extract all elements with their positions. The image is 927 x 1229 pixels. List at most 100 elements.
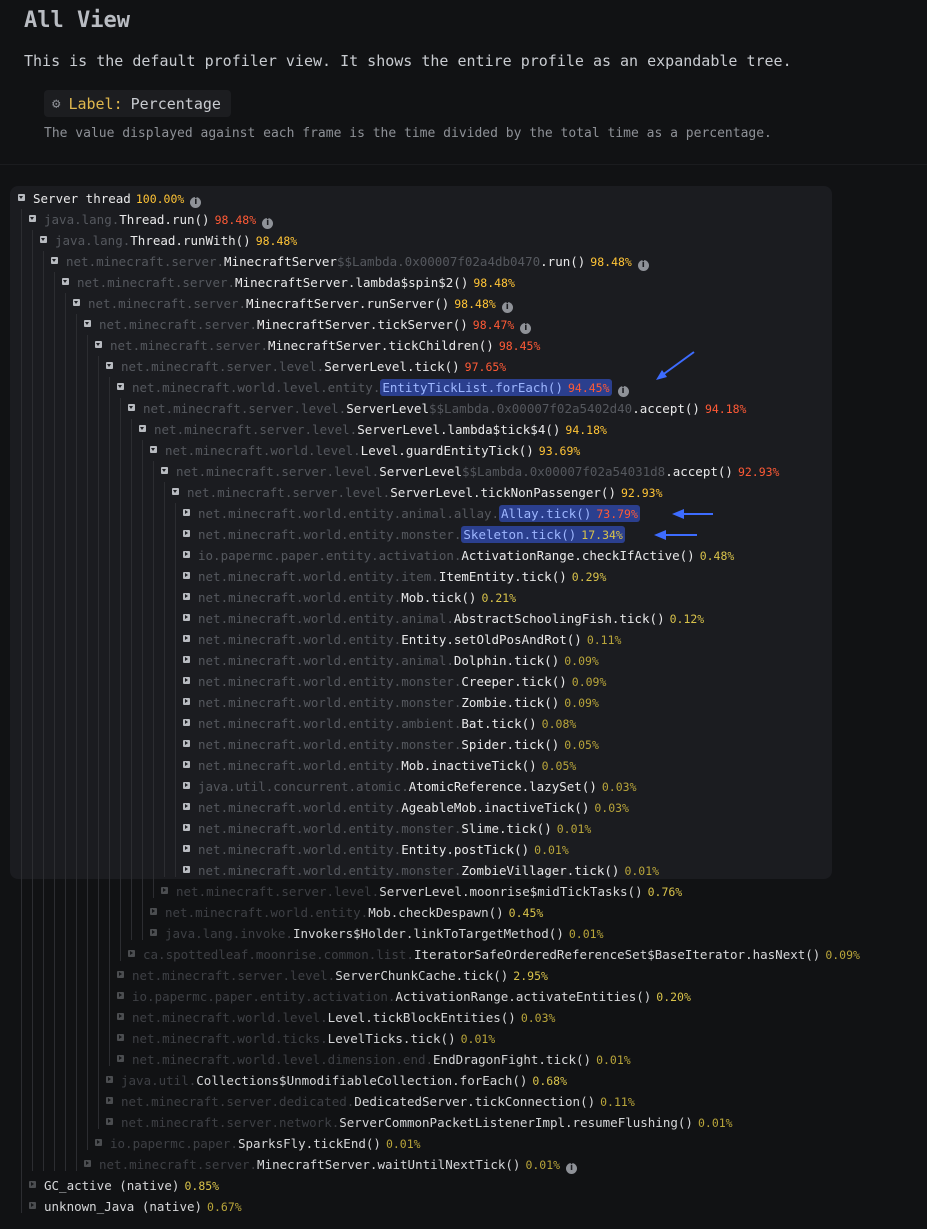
tree-node[interactable]: net.minecraft.world.ticks.LevelTicks.tic…: [117, 1028, 495, 1049]
tree-node[interactable]: net.minecraft.world.entity.animal.Dolphi…: [183, 650, 599, 671]
tree-node[interactable]: net.minecraft.world.level.dimension.end.…: [117, 1049, 631, 1070]
collapse-toggle-icon[interactable]: [172, 488, 179, 495]
collapse-toggle-icon[interactable]: [51, 257, 58, 264]
tree-node[interactable]: net.minecraft.world.entity.monster.Zombi…: [183, 692, 599, 713]
tree-node[interactable]: GC_active (native) 0.85%: [29, 1175, 219, 1196]
tree-node[interactable]: java.lang.Thread.run() 98.48% i: [29, 209, 274, 230]
tree-node[interactable]: net.minecraft.server.MinecraftServer.tic…: [84, 314, 532, 335]
tree-node[interactable]: java.lang.invoke.Invokers$Holder.linkToT…: [150, 923, 604, 944]
collapse-toggle-icon[interactable]: [18, 194, 25, 201]
tree-node[interactable]: net.minecraft.server.MinecraftServer.wai…: [84, 1154, 578, 1175]
tree-node[interactable]: net.minecraft.world.entity.AgeableMob.in…: [183, 797, 629, 818]
expand-toggle-icon[interactable]: [150, 908, 157, 915]
collapse-toggle-icon[interactable]: [150, 446, 157, 453]
tree-node[interactable]: io.papermc.paper.entity.activation.Activ…: [183, 545, 734, 566]
tree-node[interactable]: io.papermc.paper.SparksFly.tickEnd() 0.01…: [95, 1133, 421, 1154]
tree-node[interactable]: ca.spottedleaf.moonrise.common.list.Iter…: [128, 944, 860, 965]
tree-node[interactable]: net.minecraft.server.level.ServerLevel$$…: [128, 398, 746, 419]
tree-node[interactable]: net.minecraft.world.entity.monster.Creep…: [183, 671, 606, 692]
expand-toggle-icon[interactable]: [128, 950, 135, 957]
tree-node[interactable]: java.lang.Thread.runWith() 98.48%: [40, 230, 297, 251]
expand-toggle-icon[interactable]: [183, 719, 190, 726]
expand-toggle-icon[interactable]: [183, 509, 190, 516]
tree-node[interactable]: net.minecraft.world.entity.monster. Skele…: [183, 524, 625, 545]
tree-node[interactable]: net.minecraft.server.MinecraftServer.run…: [73, 293, 513, 314]
tree-node[interactable]: net.minecraft.world.entity.Mob.tick() 0.2…: [183, 587, 516, 608]
label-setting-button[interactable]: ⚙ Label: Percentage: [44, 90, 231, 117]
expand-toggle-icon[interactable]: [95, 1139, 102, 1146]
tree-node[interactable]: net.minecraft.world.entity.monster.Spide…: [183, 734, 599, 755]
expand-toggle-icon[interactable]: [117, 1034, 124, 1041]
tree-node[interactable]: java.util.concurrent.atomic.AtomicRefere…: [183, 776, 637, 797]
tree-node[interactable]: net.minecraft.server.level.ServerLevel.m…: [161, 881, 682, 902]
expand-toggle-icon[interactable]: [183, 782, 190, 789]
info-icon[interactable]: i: [262, 218, 274, 229]
tree-node[interactable]: net.minecraft.server.level.ServerLevel$$…: [161, 461, 779, 482]
info-icon[interactable]: i: [637, 260, 649, 271]
collapse-toggle-icon[interactable]: [139, 425, 146, 432]
tree-node[interactable]: net.minecraft.world.level.entity. EntityT…: [117, 377, 629, 398]
tree-node[interactable]: net.minecraft.server.network.ServerCommo…: [106, 1112, 733, 1133]
expand-toggle-icon[interactable]: [183, 761, 190, 768]
collapse-toggle-icon[interactable]: [128, 404, 135, 411]
tree-node[interactable]: net.minecraft.server.level.ServerChunkCa…: [117, 965, 548, 986]
expand-toggle-icon[interactable]: [106, 1097, 113, 1104]
tree-node[interactable]: net.minecraft.world.entity.monster.Zombi…: [183, 860, 659, 881]
expand-toggle-icon[interactable]: [183, 740, 190, 747]
collapse-toggle-icon[interactable]: [40, 236, 47, 243]
expand-toggle-icon[interactable]: [29, 1181, 36, 1188]
expand-toggle-icon[interactable]: [183, 866, 190, 873]
tree-node[interactable]: net.minecraft.world.entity.Entity.postTi…: [183, 839, 569, 860]
info-icon[interactable]: i: [501, 302, 513, 313]
collapse-toggle-icon[interactable]: [62, 278, 69, 285]
expand-toggle-icon[interactable]: [183, 614, 190, 621]
expand-toggle-icon[interactable]: [117, 971, 124, 978]
expand-toggle-icon[interactable]: [117, 1055, 124, 1062]
expand-toggle-icon[interactable]: [29, 1202, 36, 1209]
tree-node[interactable]: net.minecraft.world.entity.animal.allay.…: [183, 503, 640, 524]
tree-node[interactable]: net.minecraft.world.entity.Mob.checkDesp…: [150, 902, 543, 923]
info-icon[interactable]: i: [190, 197, 202, 208]
expand-toggle-icon[interactable]: [183, 803, 190, 810]
tree-node[interactable]: net.minecraft.world.entity.monster.Slime…: [183, 818, 591, 839]
tree-node[interactable]: net.minecraft.world.entity.Mob.inactiveT…: [183, 755, 576, 776]
expand-toggle-icon[interactable]: [183, 845, 190, 852]
tree-node[interactable]: Server thread 100.00% i: [18, 188, 202, 209]
expand-toggle-icon[interactable]: [117, 992, 124, 999]
expand-toggle-icon[interactable]: [183, 656, 190, 663]
info-icon[interactable]: i: [520, 323, 532, 334]
expand-toggle-icon[interactable]: [183, 572, 190, 579]
expand-toggle-icon[interactable]: [183, 824, 190, 831]
expand-toggle-icon[interactable]: [150, 929, 157, 936]
tree-node[interactable]: net.minecraft.server.MinecraftServer$$La…: [51, 251, 649, 272]
expand-toggle-icon[interactable]: [183, 677, 190, 684]
collapse-toggle-icon[interactable]: [117, 383, 124, 390]
expand-toggle-icon[interactable]: [84, 1160, 91, 1167]
expand-toggle-icon[interactable]: [161, 887, 168, 894]
expand-toggle-icon[interactable]: [106, 1118, 113, 1125]
tree-node[interactable]: net.minecraft.server.level.ServerLevel.t…: [172, 482, 663, 503]
tree-node[interactable]: net.minecraft.world.level.Level.tickBloc…: [117, 1007, 555, 1028]
collapse-toggle-icon[interactable]: [73, 299, 80, 306]
tree-node[interactable]: net.minecraft.world.entity.Entity.setOld…: [183, 629, 621, 650]
collapse-toggle-icon[interactable]: [84, 320, 91, 327]
expand-toggle-icon[interactable]: [106, 1076, 113, 1083]
info-icon[interactable]: i: [617, 386, 629, 397]
tree-node[interactable]: net.minecraft.server.level.ServerLevel.t…: [106, 356, 506, 377]
collapse-toggle-icon[interactable]: [161, 467, 168, 474]
tree-node[interactable]: java.util.Collections$UnmodifiableCollec…: [106, 1070, 567, 1091]
expand-toggle-icon[interactable]: [183, 551, 190, 558]
tree-node[interactable]: io.papermc.paper.entity.activation.Activ…: [117, 986, 691, 1007]
expand-toggle-icon[interactable]: [117, 1013, 124, 1020]
tree-node[interactable]: net.minecraft.world.entity.item.ItemEnti…: [183, 566, 606, 587]
expand-toggle-icon[interactable]: [183, 530, 190, 537]
tree-node[interactable]: net.minecraft.world.level.Level.guardEnt…: [150, 440, 580, 461]
collapse-toggle-icon[interactable]: [95, 341, 102, 348]
expand-toggle-icon[interactable]: [183, 593, 190, 600]
tree-node[interactable]: net.minecraft.world.entity.animal.Abstra…: [183, 608, 704, 629]
collapse-toggle-icon[interactable]: [106, 362, 113, 369]
collapse-toggle-icon[interactable]: [29, 215, 36, 222]
tree-node[interactable]: net.minecraft.server.level.ServerLevel.l…: [139, 419, 607, 440]
tree-node[interactable]: net.minecraft.server.MinecraftServer.lam…: [62, 272, 515, 293]
tree-node[interactable]: unknown_Java (native) 0.67%: [29, 1196, 242, 1217]
